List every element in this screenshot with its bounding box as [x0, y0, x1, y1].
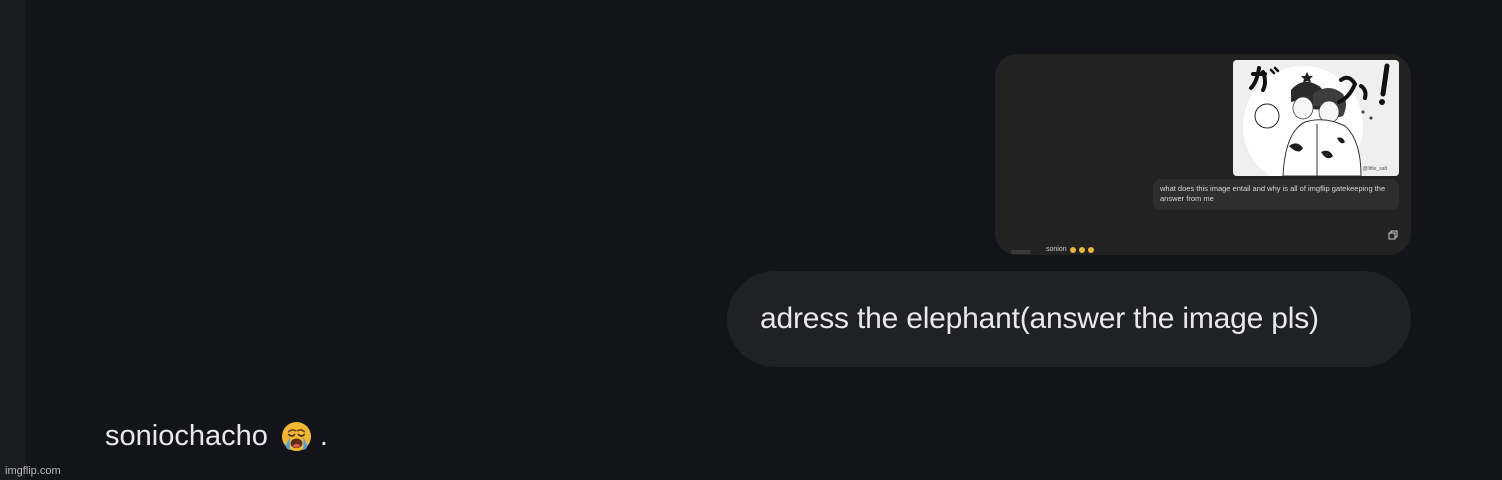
crying-emoji-icon [1078, 246, 1085, 253]
left-sidebar-rail [0, 0, 26, 480]
manga-illustration: @little_salt [1233, 60, 1399, 176]
attachment-reply-text: sonion [1046, 246, 1067, 253]
assistant-reply-suffix: . [319, 419, 328, 452]
assistant-reply: soniochacho . [105, 416, 328, 456]
attached-screenshot[interactable]: @little_salt what does this image entail… [995, 54, 1411, 255]
crying-emoji-icon [1069, 246, 1076, 253]
attachment-caption: what does this image entail and why is a… [1153, 179, 1399, 210]
crying-emoji-icon [1087, 246, 1094, 253]
user-message-bubble: adress the elephant(answer the image pls… [727, 271, 1411, 367]
assistant-reply-text: soniochacho [105, 419, 268, 452]
user-message-text: adress the elephant(answer the image pls… [760, 302, 1319, 335]
loudly-crying-face-icon [281, 421, 312, 452]
illustration-credit: @little_salt [1362, 166, 1387, 172]
imgflip-watermark: imgflip.com [5, 465, 61, 477]
avatar [1011, 250, 1031, 254]
chat-page: @little_salt what does this image entail… [0, 0, 1502, 480]
attachment-reply-line: sonion [1046, 246, 1094, 253]
copy-icon[interactable] [1388, 230, 1398, 240]
